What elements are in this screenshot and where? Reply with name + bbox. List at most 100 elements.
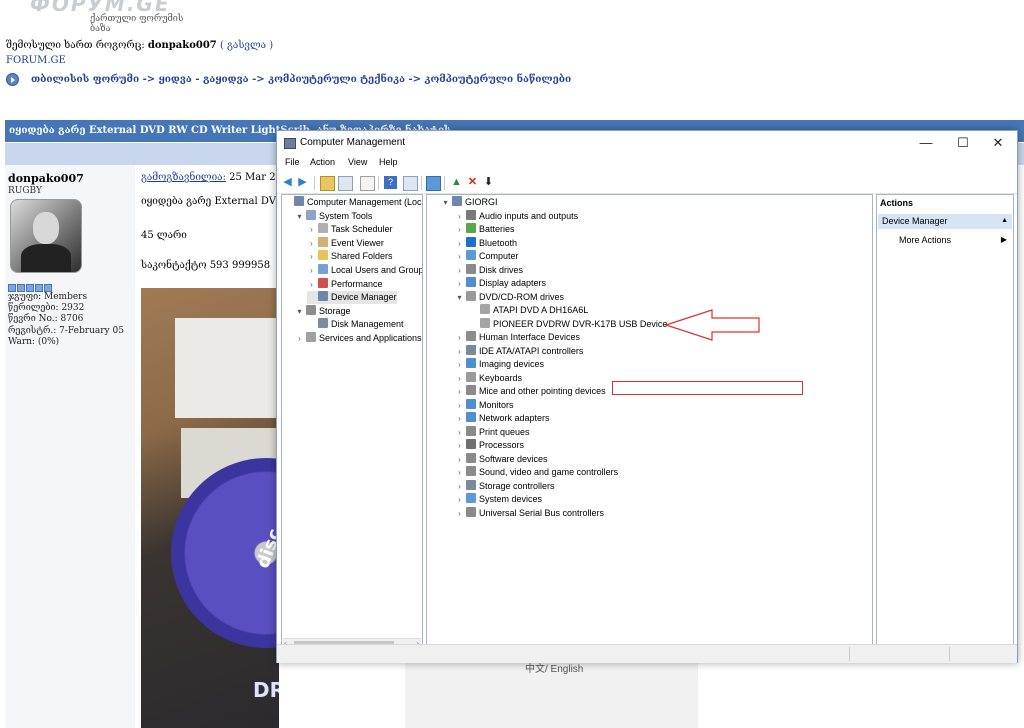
menu-bar: File Action View Help xyxy=(277,155,1017,173)
properties-icon[interactable] xyxy=(360,176,375,191)
chevron-right-icon[interactable]: › xyxy=(455,412,464,425)
menu-help[interactable]: Help xyxy=(379,157,398,167)
computer-icon xyxy=(466,250,476,260)
tree-item-device-manager[interactable]: Device Manager xyxy=(307,291,397,305)
tree-item-disk-management[interactable]: Disk Management xyxy=(307,318,404,331)
expand-down-icon[interactable]: ▾ xyxy=(441,196,450,209)
tree-item-imaging-devices[interactable]: › Imaging devices xyxy=(455,358,544,371)
tree-item-processors[interactable]: › Processors xyxy=(455,439,524,452)
chevron-right-icon[interactable]: › xyxy=(455,426,464,439)
chevron-right-icon[interactable]: › xyxy=(307,278,316,291)
show-hide-tree-icon[interactable] xyxy=(338,176,353,191)
tree-item-services-and-applications[interactable]: › Services and Applications xyxy=(295,332,422,345)
tree-item-storage-controllers[interactable]: › Storage controllers xyxy=(455,479,555,493)
chevron-right-icon[interactable]: › xyxy=(307,237,316,250)
tree-item-task-scheduler[interactable]: › Task Scheduler xyxy=(307,223,393,236)
actions-section-device-manager[interactable]: Device Manager ▲ xyxy=(878,214,1012,229)
tree-item-bluetooth[interactable]: › Bluetooth xyxy=(455,236,517,250)
monitor-icon[interactable] xyxy=(426,176,441,191)
chevron-right-icon[interactable]: › xyxy=(455,358,464,371)
tree-item-mice-and-other-pointing-devices[interactable]: › Mice and other pointing devices xyxy=(455,385,606,398)
post-author-name[interactable]: donpako007 xyxy=(8,172,84,185)
tree-item-software-devices[interactable]: › Software devices xyxy=(455,452,548,466)
menu-view[interactable]: View xyxy=(348,157,367,167)
up-folder-icon[interactable] xyxy=(320,176,335,191)
tree-item-label: System Tools xyxy=(319,210,373,221)
chevron-right-icon[interactable]: › xyxy=(455,250,464,263)
tree-item-universal-serial-bus-controllers[interactable]: › Universal Serial Bus controllers xyxy=(455,506,604,520)
help-icon[interactable]: ? xyxy=(384,176,397,189)
submenu-arrow-icon: ▶ xyxy=(1000,235,1007,244)
chevron-right-icon[interactable]: › xyxy=(455,223,464,236)
tree-item-local-users-and-groups[interactable]: › Local Users and Groups xyxy=(307,264,422,277)
chevron-right-icon[interactable]: › xyxy=(455,453,464,466)
chevron-right-icon[interactable]: › xyxy=(307,250,316,263)
tree-item-sound-video-and-game-controllers[interactable]: › Sound, video and game controllers xyxy=(455,466,618,479)
expand-down-icon[interactable]: ▾ xyxy=(295,305,304,318)
menu-file[interactable]: File xyxy=(285,157,300,167)
menu-action[interactable]: Action xyxy=(310,157,335,167)
chevron-right-icon[interactable]: › xyxy=(307,264,316,277)
tree-item-event-viewer[interactable]: › Event Viewer xyxy=(307,236,384,250)
chevron-right-icon[interactable]: › xyxy=(307,223,316,236)
tree-item-storage[interactable]: ▾ Storage xyxy=(295,304,351,318)
uninstall-device-icon[interactable]: ✕ xyxy=(466,176,479,189)
tree-item-giorgi[interactable]: ▾ GIORGI xyxy=(441,196,498,209)
chevron-right-icon[interactable]: › xyxy=(455,277,464,290)
tree-item-pioneer-dvdrw-dvr-k17b-usb-device[interactable]: PIONEER DVDRW DVR-K17B USB Device xyxy=(469,317,667,331)
chevron-right-icon[interactable]: › xyxy=(455,507,464,520)
forward-arrow-icon[interactable]: ▶ xyxy=(296,176,309,189)
rank-pips xyxy=(8,284,52,292)
close-button[interactable]: ✕ xyxy=(981,131,1015,155)
chevron-right-icon[interactable]: › xyxy=(455,331,464,344)
back-arrow-icon[interactable]: ◀ xyxy=(281,176,294,189)
tree-item-print-queues[interactable]: › Print queues xyxy=(455,425,530,439)
site-name-link[interactable]: FORUM.GE xyxy=(6,55,66,66)
chevron-right-icon[interactable]: › xyxy=(455,210,464,223)
expand-down-icon[interactable]: ▾ xyxy=(455,291,464,304)
tree-item-monitors[interactable]: › Monitors xyxy=(455,398,514,412)
minimize-button[interactable]: — xyxy=(909,131,943,155)
collapse-up-icon[interactable]: ▲ xyxy=(1001,217,1008,224)
chevron-right-icon[interactable]: › xyxy=(455,237,464,250)
maximize-button[interactable]: ☐ xyxy=(946,131,980,155)
chevron-right-icon[interactable]: › xyxy=(295,332,304,345)
expand-down-icon[interactable]: ▾ xyxy=(295,210,304,223)
chevron-right-icon[interactable]: › xyxy=(455,372,464,385)
logout-link[interactable]: ( გასვლა ) xyxy=(220,40,273,51)
tree-item-batteries[interactable]: › Batteries xyxy=(455,223,515,236)
chevron-right-icon[interactable]: › xyxy=(455,480,464,493)
tree-item-dvd-cd-rom-drives[interactable]: ▾ DVD/CD-ROM drives xyxy=(455,290,564,304)
forum-logo[interactable]: ФОРУМ.GE ქართული ფორუმის ბაზა xyxy=(30,0,200,34)
chevron-right-icon[interactable]: › xyxy=(455,399,464,412)
tree-item-display-adapters[interactable]: › Display adapters xyxy=(455,277,546,290)
tree-item-atapi-dvd-a-dh16a6l[interactable]: ATAPI DVD A DH16A6L xyxy=(469,304,588,317)
tree-item-audio-inputs-and-outputs[interactable]: › Audio inputs and outputs xyxy=(455,209,578,223)
breadcrumb-text[interactable]: თბილისის ფორუმი -> ყიდვა - გაყიდვა -> კო… xyxy=(31,74,571,85)
chevron-right-icon[interactable]: › xyxy=(455,466,464,479)
view-icon[interactable] xyxy=(403,176,418,191)
tree-item-network-adapters[interactable]: › Network adapters xyxy=(455,412,550,425)
chevron-right-icon[interactable]: › xyxy=(455,264,464,277)
tree-item-performance[interactable]: › Performance xyxy=(307,277,383,291)
tree-item-system-devices[interactable]: › System devices xyxy=(455,493,542,506)
tree-item-human-interface-devices[interactable]: › Human Interface Devices xyxy=(455,331,580,344)
tree-item-keyboards[interactable]: › Keyboards xyxy=(455,371,522,385)
tree-item-disk-drives[interactable]: › Disk drives xyxy=(455,263,523,277)
chevron-right-icon[interactable]: › xyxy=(455,439,464,452)
posted-link[interactable]: გამოგზავნილია: xyxy=(141,172,226,183)
chevron-right-icon[interactable]: › xyxy=(455,493,464,506)
tree-item-system-tools[interactable]: ▾ System Tools xyxy=(295,209,373,223)
download-icon[interactable]: ⬇ xyxy=(482,176,495,189)
chevron-right-icon[interactable]: › xyxy=(455,385,464,398)
update-driver-icon[interactable]: ▲ xyxy=(450,176,463,189)
tree-item-ide-ata-atapi-controllers[interactable]: › IDE ATA/ATAPI controllers xyxy=(455,344,583,358)
more-actions-item[interactable]: More Actions xyxy=(899,235,951,245)
tree-item-shared-folders[interactable]: › Shared Folders xyxy=(307,250,393,263)
tree-item-computer-management-local[interactable]: Computer Management (Local xyxy=(283,196,422,209)
window-title-bar[interactable]: Computer Management — ☐ ✕ xyxy=(277,131,1017,155)
chevron-right-icon[interactable]: › xyxy=(455,345,464,358)
tree-item-computer[interactable]: › Computer xyxy=(455,250,519,263)
tree-item-label: Software devices xyxy=(479,453,548,464)
logged-in-username[interactable]: donpako007 xyxy=(148,40,217,51)
